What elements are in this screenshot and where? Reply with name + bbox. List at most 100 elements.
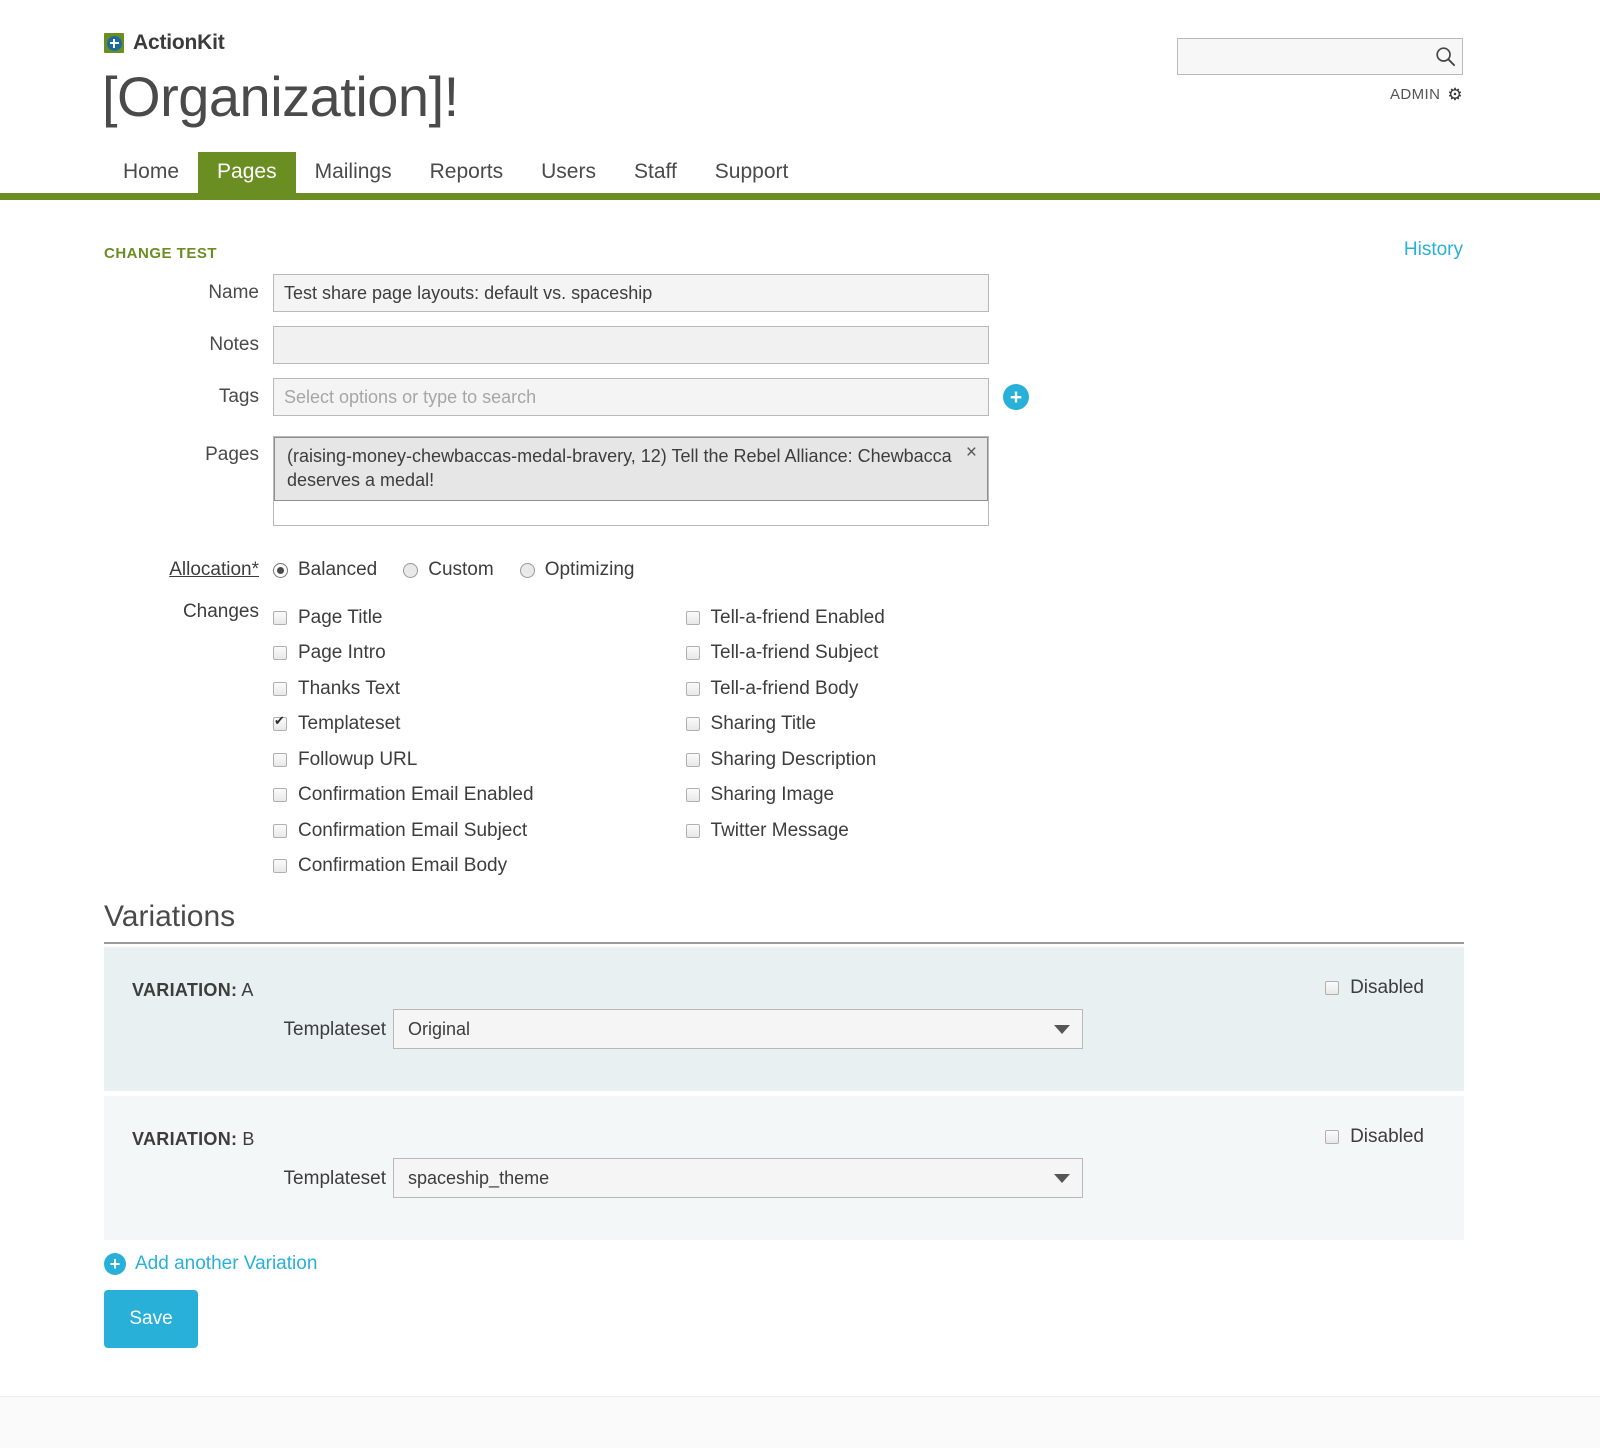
checkbox-label: Page Title <box>298 606 383 628</box>
checkbox-indicator <box>273 859 287 874</box>
footer-strip <box>0 1396 1600 1448</box>
checkbox-label: Sharing Image <box>710 784 835 806</box>
tags-label: Tags <box>218 386 259 407</box>
checkbox-label: Tell-a-friend Enabled <box>710 606 885 628</box>
radio-optimizing[interactable]: Optimizing <box>519 559 635 581</box>
add-variation-link[interactable]: + Add another Variation <box>104 1253 317 1275</box>
variation-b-disabled-checkbox[interactable]: Disabled <box>1325 1126 1424 1148</box>
checkbox-indicator <box>685 646 700 661</box>
changes-right-column: Tell-a-friend Enabled Tell-a-friend Subj… <box>685 600 885 884</box>
checkbox-confirmation-email-subject[interactable]: Confirmation Email Subject <box>273 813 534 849</box>
nav-item-support[interactable]: Support <box>696 152 808 194</box>
name-field-row: Name <box>0 274 989 312</box>
radio-indicator <box>519 562 535 578</box>
checkbox-indicator <box>273 610 287 625</box>
search-input[interactable] <box>1178 48 1428 65</box>
admin-menu[interactable]: ADMIN ⚙ <box>1390 86 1463 103</box>
checkbox-sharing-description[interactable]: Sharing Description <box>685 742 885 778</box>
search-box[interactable] <box>1177 38 1463 75</box>
add-tag-plus-circle-icon[interactable]: + <box>1003 384 1029 410</box>
radio-indicator <box>273 562 288 578</box>
checkbox-tell-a-friend-enabled[interactable]: Tell-a-friend Enabled <box>685 600 885 636</box>
checkbox-label: Templateset <box>298 713 401 735</box>
radio-optimizing-label: Optimizing <box>544 559 635 580</box>
page-chip-label: (raising-money-chewbaccas-medal-bravery,… <box>287 446 952 491</box>
checkbox-label: Confirmation Email Enabled <box>298 784 534 806</box>
checkbox-indicator <box>685 681 700 696</box>
variation-b-prefix: VARIATION: <box>132 1129 238 1149</box>
radio-balanced[interactable]: Balanced <box>273 559 377 581</box>
radio-balanced-label: Balanced <box>298 559 378 580</box>
checkbox-indicator <box>273 752 287 767</box>
checkbox-indicator <box>273 714 287 732</box>
checkbox-indicator <box>273 646 287 661</box>
checkbox-indicator <box>273 788 287 803</box>
name-input[interactable] <box>273 274 989 312</box>
main-nav: Home Pages Mailings Reports Users Staff … <box>0 152 1600 200</box>
checkbox-page-title[interactable]: Page Title <box>273 600 534 636</box>
nav-item-home[interactable]: Home <box>104 152 198 194</box>
checkbox-indicator <box>685 752 700 767</box>
plus-circle-icon: + <box>104 1253 126 1275</box>
save-button[interactable]: Save <box>104 1290 198 1348</box>
variation-a-letter: A <box>241 980 254 1000</box>
checkbox-confirmation-email-body[interactable]: Confirmation Email Body <box>273 849 534 885</box>
nav-item-reports[interactable]: Reports <box>411 152 523 194</box>
radio-custom-label: Custom <box>428 559 494 580</box>
nav-item-mailings[interactable]: Mailings <box>296 152 411 194</box>
variation-a-disabled-checkbox[interactable]: Disabled <box>1325 977 1424 999</box>
checkbox-indicator <box>685 610 700 625</box>
checkbox-label: Twitter Message <box>710 819 849 841</box>
checkbox-page-intro[interactable]: Page Intro <box>273 636 534 672</box>
checkbox-indicator <box>1325 981 1340 995</box>
allocation-radio-group: Balanced Custom Optimizing <box>273 559 660 581</box>
nav-item-staff[interactable]: Staff <box>615 152 696 194</box>
checkbox-followup-url[interactable]: Followup URL <box>273 742 534 778</box>
allocation-row: Allocation* Balanced Custom Optimizing <box>0 557 660 583</box>
notes-field-row: Notes <box>0 326 989 364</box>
checkbox-label: Tell-a-friend Body <box>710 677 859 699</box>
variation-b-letter: B <box>242 1129 255 1149</box>
pages-selection-box[interactable]: (raising-money-chewbaccas-medal-bravery,… <box>273 436 989 526</box>
page-chip[interactable]: (raising-money-chewbaccas-medal-bravery,… <box>274 437 988 501</box>
checkbox-tell-a-friend-subject[interactable]: Tell-a-friend Subject <box>685 636 885 672</box>
variation-a-templateset-select[interactable]: Original <box>393 1009 1083 1049</box>
chevron-down-icon <box>1054 1173 1070 1183</box>
notes-input[interactable] <box>273 326 989 364</box>
checkbox-sharing-title[interactable]: Sharing Title <box>685 707 885 743</box>
checkbox-indicator <box>685 823 700 838</box>
checkbox-label: Tell-a-friend Subject <box>710 642 879 664</box>
variation-block-a: VARIATION: A Templateset Original Disabl… <box>104 947 1464 1091</box>
search-icon[interactable] <box>1428 39 1462 74</box>
variation-b-title: VARIATION: B <box>132 1129 254 1150</box>
radio-custom[interactable]: Custom <box>403 559 494 581</box>
pages-field-row: Pages (raising-money-chewbaccas-medal-br… <box>0 436 989 526</box>
variation-b-templateset-select[interactable]: spaceship_theme <box>393 1158 1083 1198</box>
checkbox-confirmation-email-enabled[interactable]: Confirmation Email Enabled <box>273 778 534 814</box>
plus-square-icon <box>104 33 124 53</box>
radio-indicator <box>403 562 419 578</box>
notes-label: Notes <box>209 334 259 355</box>
checkbox-thanks-text[interactable]: Thanks Text <box>273 671 534 707</box>
checkbox-label: Thanks Text <box>298 677 401 699</box>
section-title: CHANGE TEST <box>104 245 218 262</box>
changes-left-column: Page Title Page Intro Thanks Text Templa… <box>273 600 534 884</box>
checkbox-sharing-image[interactable]: Sharing Image <box>685 778 885 814</box>
tags-input[interactable] <box>273 378 989 416</box>
checkbox-tell-a-friend-body[interactable]: Tell-a-friend Body <box>685 671 885 707</box>
close-icon[interactable]: × <box>966 443 977 462</box>
checkbox-label: Page Intro <box>298 642 386 664</box>
checkbox-twitter-message[interactable]: Twitter Message <box>685 813 885 849</box>
history-link[interactable]: History <box>1404 239 1463 261</box>
gear-icon[interactable]: ⚙ <box>1447 86 1463 103</box>
brand[interactable]: ActionKit <box>104 31 225 55</box>
chevron-down-icon <box>1054 1024 1070 1034</box>
variations-heading: Variations <box>104 900 1464 944</box>
checkbox-label: Followup URL <box>298 748 418 770</box>
nav-item-pages[interactable]: Pages <box>198 152 296 194</box>
add-variation-label: Add another Variation <box>135 1253 318 1274</box>
nav-item-users[interactable]: Users <box>522 152 615 194</box>
checkbox-label: Sharing Title <box>710 713 817 735</box>
variation-b-templateset-value: spaceship_theme <box>408 1167 550 1188</box>
checkbox-templateset[interactable]: Templateset <box>273 707 534 743</box>
